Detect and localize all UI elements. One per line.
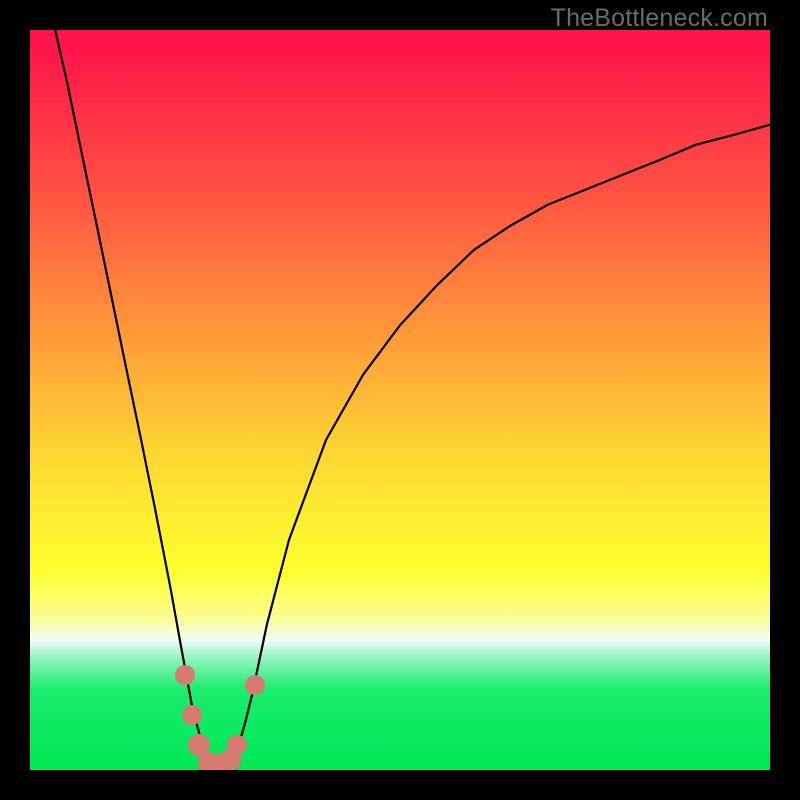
bottleneck-curve xyxy=(55,30,770,765)
data-marker xyxy=(245,675,265,695)
plot-area xyxy=(30,30,770,770)
data-marker xyxy=(227,735,247,755)
data-marker xyxy=(175,665,195,685)
outer-black-frame: TheBottleneck.com xyxy=(0,0,800,800)
data-marker xyxy=(182,705,202,725)
curve-svg xyxy=(30,30,770,770)
watermark-text: TheBottleneck.com xyxy=(551,4,768,33)
